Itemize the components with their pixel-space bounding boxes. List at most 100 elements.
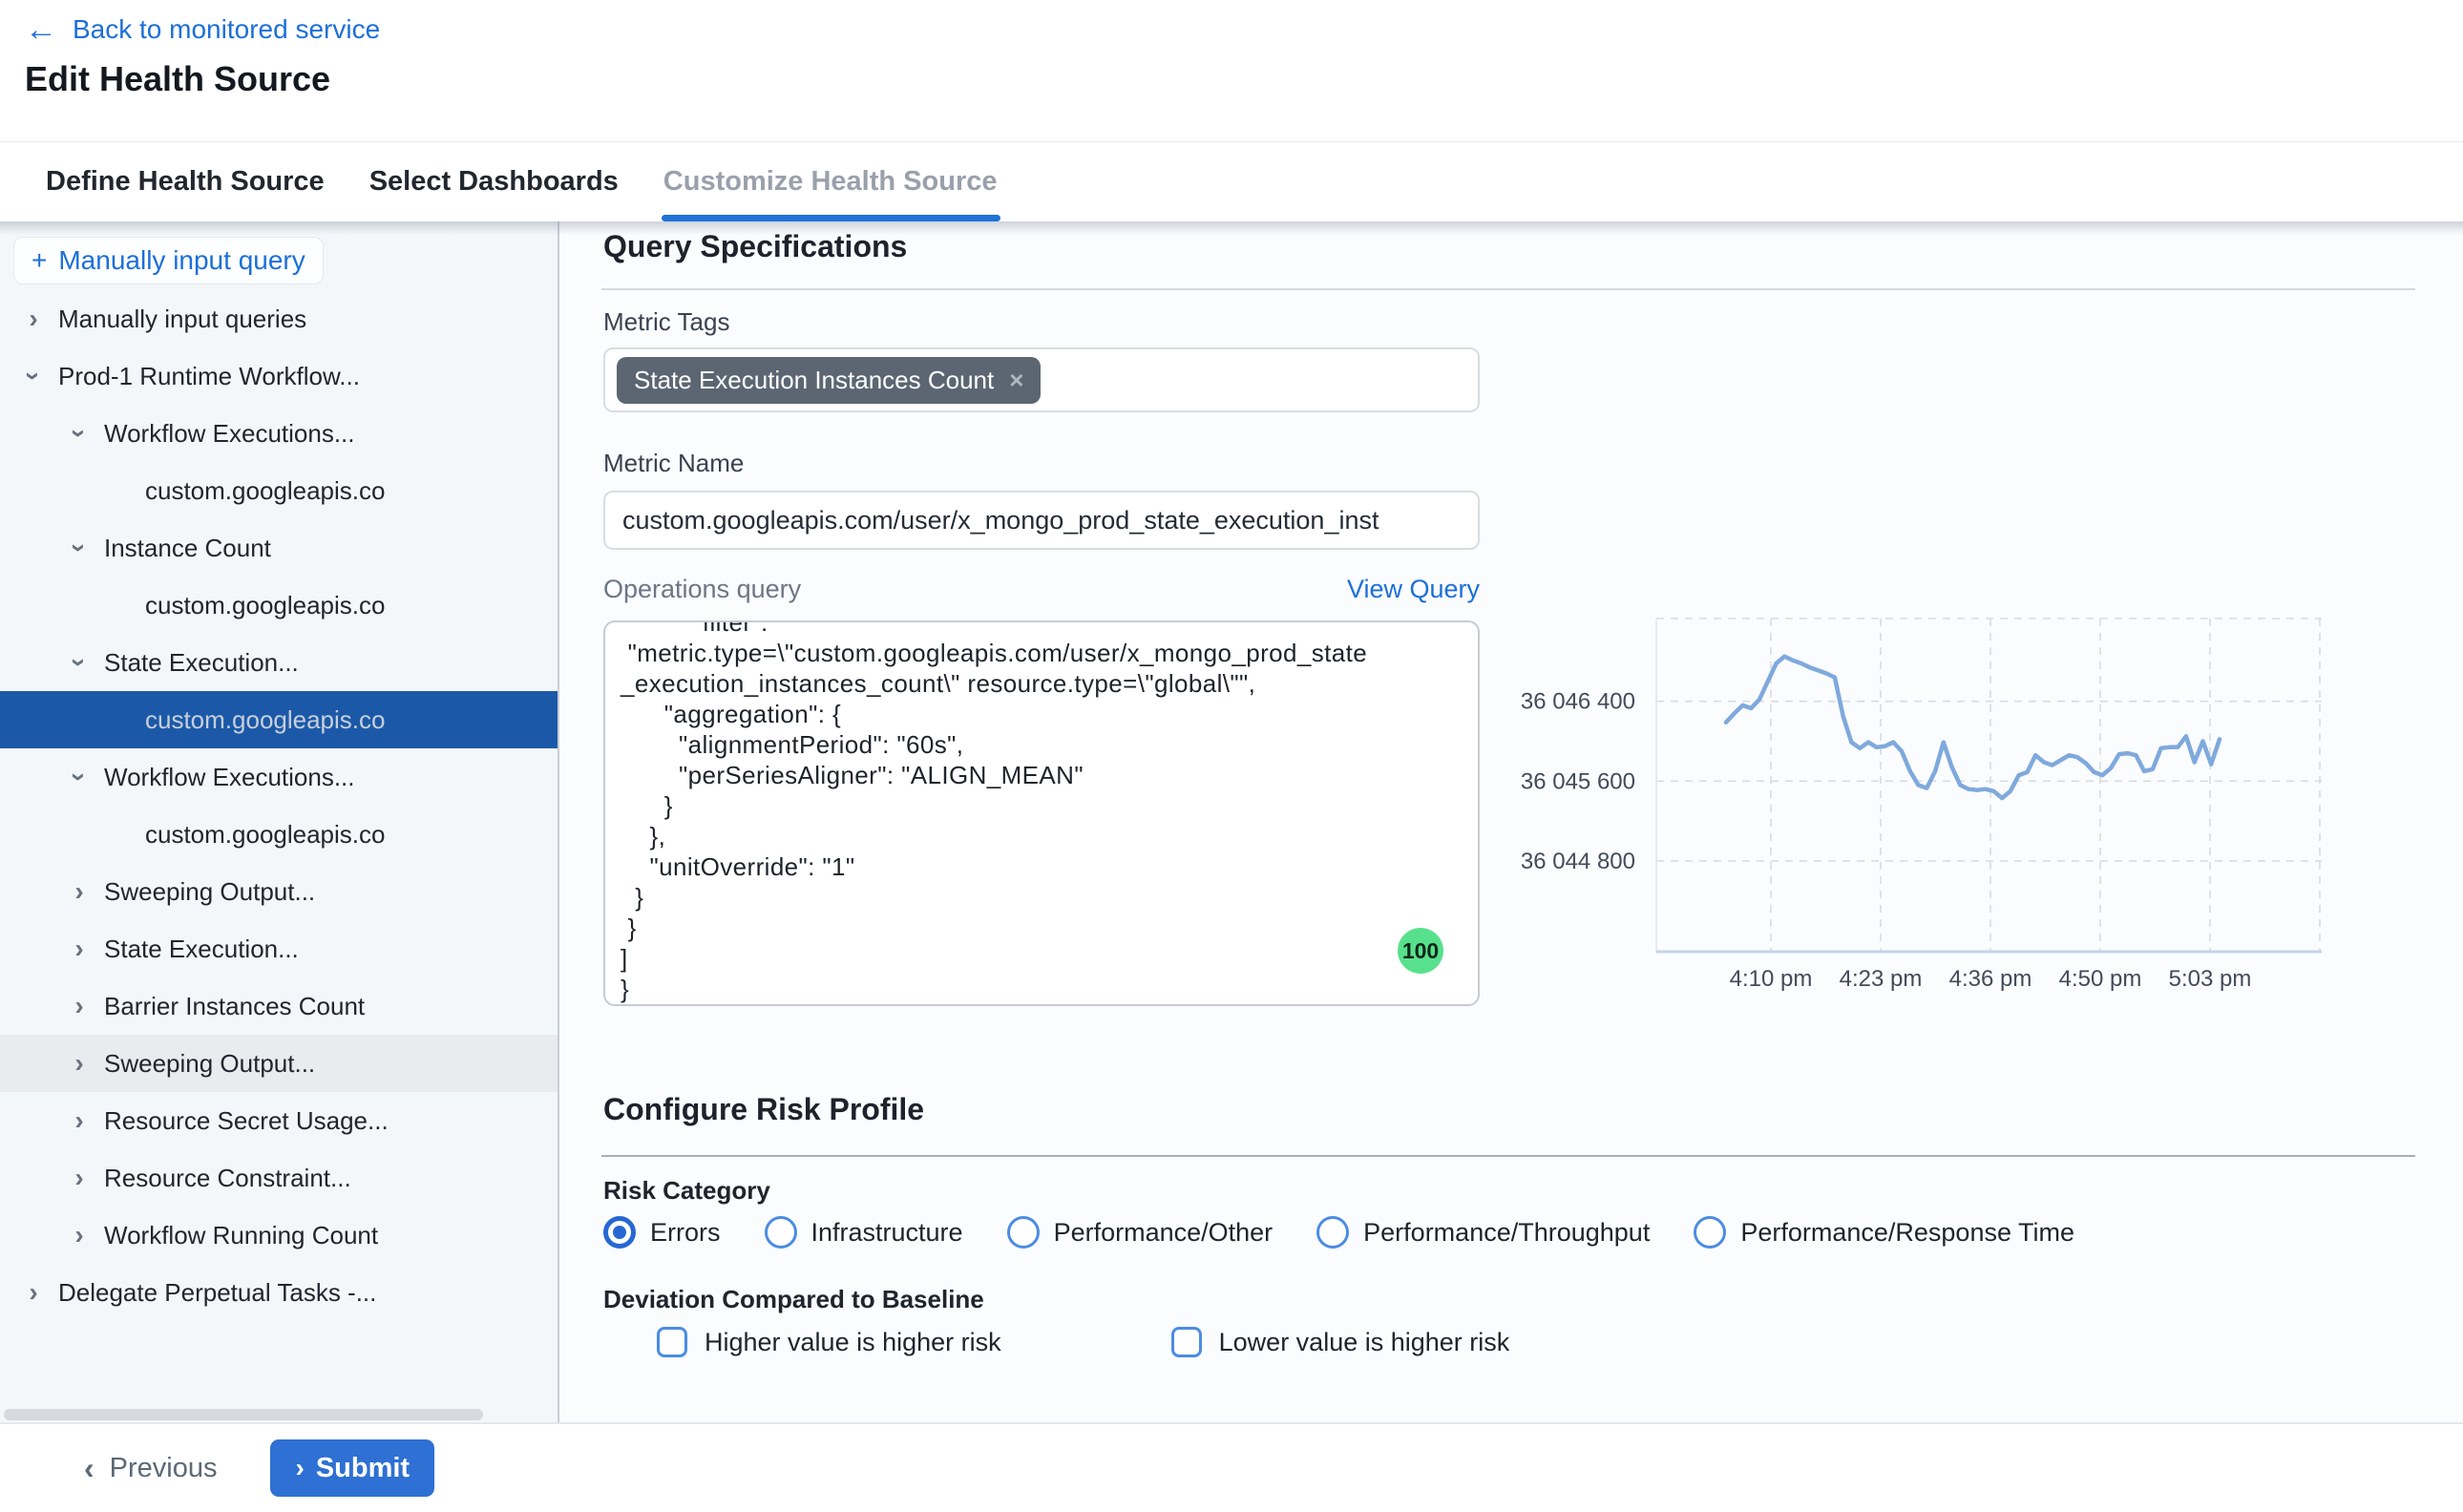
chevron-icon[interactable]: › <box>18 364 49 388</box>
tree-item-label: Workflow Executions... <box>104 763 355 792</box>
checkbox-icon[interactable] <box>657 1327 687 1357</box>
previous-button-label: Previous <box>110 1453 218 1484</box>
tree-item-label: custom.googleapis.co <box>145 591 385 620</box>
tree-item[interactable]: › Instance Count <box>0 519 558 577</box>
operations-query-textarea[interactable]: "filter": "metric.type=\"custom.googleap… <box>603 620 1480 1006</box>
tree-item[interactable]: custom.googleapis.co <box>0 577 558 634</box>
radio-label: Performance/Throughput <box>1363 1218 1650 1248</box>
tree-item[interactable]: › Resource Secret Usage... <box>0 1092 558 1149</box>
back-link-label: Back to monitored service <box>73 14 380 45</box>
x-axis-tick-label: 4:23 pm <box>1840 966 1923 992</box>
query-specifications-heading: Query Specifications <box>603 229 907 264</box>
chevron-icon[interactable]: › <box>64 536 95 560</box>
deviation-checkbox[interactable]: Higher value is higher risk <box>657 1327 1001 1357</box>
risk-category-radio[interactable]: Errors <box>603 1216 721 1249</box>
chevron-icon[interactable]: › <box>67 876 92 907</box>
chip-remove-icon[interactable]: × <box>1009 366 1023 395</box>
radio-label: Performance/Response Time <box>1740 1218 2074 1248</box>
records-count-badge: 100 <box>1398 928 1443 974</box>
tree-item[interactable]: › Resource Constraint... <box>0 1149 558 1207</box>
tab-customize-health-source[interactable]: Customize Health Source <box>663 142 998 221</box>
configure-risk-profile-heading: Configure Risk Profile <box>603 1092 924 1127</box>
submit-button[interactable]: › Submit <box>270 1439 434 1497</box>
chevron-icon[interactable]: › <box>67 1220 92 1250</box>
chevron-icon[interactable]: › <box>67 1048 92 1079</box>
tree-item[interactable]: › Prod-1 Runtime Workflow... <box>0 347 558 405</box>
checkbox-label: Higher value is higher risk <box>705 1328 1001 1357</box>
radio-icon[interactable] <box>1007 1216 1040 1249</box>
main-panel: Query Specifications Metric Tags State E… <box>559 221 2463 1422</box>
deviation-checkbox[interactable]: Lower value is higher risk <box>1171 1327 1510 1357</box>
chevron-icon[interactable]: › <box>67 991 92 1021</box>
checkbox-label: Lower value is higher risk <box>1219 1328 1510 1357</box>
radio-label: Errors <box>650 1218 721 1248</box>
operations-query-label: Operations query <box>603 575 801 604</box>
chevron-icon[interactable]: › <box>67 934 92 964</box>
tree-item[interactable]: › Manually input queries <box>0 290 558 347</box>
risk-category-radio[interactable]: Performance/Other <box>1007 1216 1274 1249</box>
chevron-icon[interactable]: › <box>21 1277 46 1308</box>
operations-query-text: "filter": "metric.type=\"custom.googleap… <box>605 620 1478 1004</box>
tree-item-label: Workflow Executions... <box>104 419 355 449</box>
metric-name-field[interactable]: custom.googleapis.com/user/x_mongo_prod_… <box>603 491 1480 550</box>
tree-item[interactable]: custom.googleapis.co <box>0 462 558 519</box>
x-axis-tick-label: 4:10 pm <box>1730 966 1813 992</box>
tree-item-label: custom.googleapis.co <box>145 705 385 735</box>
tree-item-label: Sweeping Output... <box>104 877 315 907</box>
tree-item[interactable]: › State Execution... <box>0 920 558 977</box>
tab-select-dashboards[interactable]: Select Dashboards <box>369 142 619 221</box>
tree-item-label: Workflow Running Count <box>104 1221 378 1250</box>
metric-name-label: Metric Name <box>603 449 744 478</box>
tree-item-label: Sweeping Output... <box>104 1049 315 1079</box>
wizard-footer: ‹ Previous › Submit <box>0 1422 2463 1512</box>
tree-item[interactable]: › Sweeping Output... <box>0 1035 558 1092</box>
tree-item[interactable]: › Workflow Executions... <box>0 748 558 806</box>
tree-item-label: State Execution... <box>104 934 299 964</box>
chevron-right-icon: › <box>295 1453 304 1483</box>
radio-icon[interactable] <box>603 1216 636 1249</box>
checkbox-icon[interactable] <box>1171 1327 1202 1357</box>
x-axis-tick-label: 4:50 pm <box>2059 966 2142 992</box>
risk-category-radio[interactable]: Performance/Throughput <box>1316 1216 1650 1249</box>
risk-category-radio[interactable]: Infrastructure <box>765 1216 963 1249</box>
radio-icon[interactable] <box>1694 1216 1726 1249</box>
tree-item[interactable]: custom.googleapis.co <box>0 806 558 863</box>
risk-category-radio[interactable]: Performance/Response Time <box>1694 1216 2074 1249</box>
chevron-icon[interactable]: › <box>64 421 95 446</box>
tree-item[interactable]: custom.googleapis.co <box>0 691 558 748</box>
chevron-icon[interactable]: › <box>67 1163 92 1193</box>
metric-series-line <box>1726 657 2220 798</box>
tab-define-health-source[interactable]: Define Health Source <box>46 142 325 221</box>
previous-button[interactable]: ‹ Previous <box>84 1451 217 1486</box>
tree-item[interactable]: › Barrier Instances Count <box>0 977 558 1035</box>
tree-item[interactable]: › Delegate Perpetual Tasks -... <box>0 1264 558 1321</box>
section-divider <box>601 1155 2415 1157</box>
page-header: ← Back to monitored service Edit Health … <box>0 0 2463 141</box>
add-manual-query-button[interactable]: + Manually input query <box>13 237 324 284</box>
back-arrow-icon: ← <box>25 13 57 46</box>
chevron-icon[interactable]: › <box>21 304 46 334</box>
tree-item[interactable]: › Workflow Running Count <box>0 1207 558 1264</box>
chevron-icon[interactable]: › <box>64 650 95 675</box>
risk-category-radio-group: Errors Infrastructure Performance/Other … <box>603 1216 2074 1249</box>
radio-icon[interactable] <box>1316 1216 1349 1249</box>
query-tree-sidebar: + Manually input query › Manually input … <box>0 221 559 1422</box>
tree-item-label: Manually input queries <box>58 304 306 334</box>
tree-item[interactable]: › Sweeping Output... <box>0 863 558 920</box>
sidebar-horizontal-scrollbar[interactable] <box>4 1409 483 1420</box>
tree-item[interactable]: › State Execution... <box>0 634 558 691</box>
metric-tags-label: Metric Tags <box>603 307 729 337</box>
x-axis-tick-label: 4:36 pm <box>1949 966 2032 992</box>
chevron-icon[interactable]: › <box>64 765 95 789</box>
chevron-icon[interactable]: › <box>67 1105 92 1136</box>
tree-item-label: custom.googleapis.co <box>145 476 385 506</box>
metric-tags-input[interactable]: State Execution Instances Count × <box>603 347 1480 412</box>
tree-item-label: Barrier Instances Count <box>104 992 365 1021</box>
view-query-link[interactable]: View Query <box>1347 575 1480 604</box>
metric-tag-chip: State Execution Instances Count × <box>617 357 1041 404</box>
section-divider <box>601 288 2415 290</box>
edit-health-source-dialog: ← Back to monitored service Edit Health … <box>0 0 2463 1512</box>
tree-item[interactable]: › Workflow Executions... <box>0 405 558 462</box>
back-to-monitored-service-link[interactable]: ← Back to monitored service <box>25 13 380 46</box>
radio-icon[interactable] <box>765 1216 797 1249</box>
